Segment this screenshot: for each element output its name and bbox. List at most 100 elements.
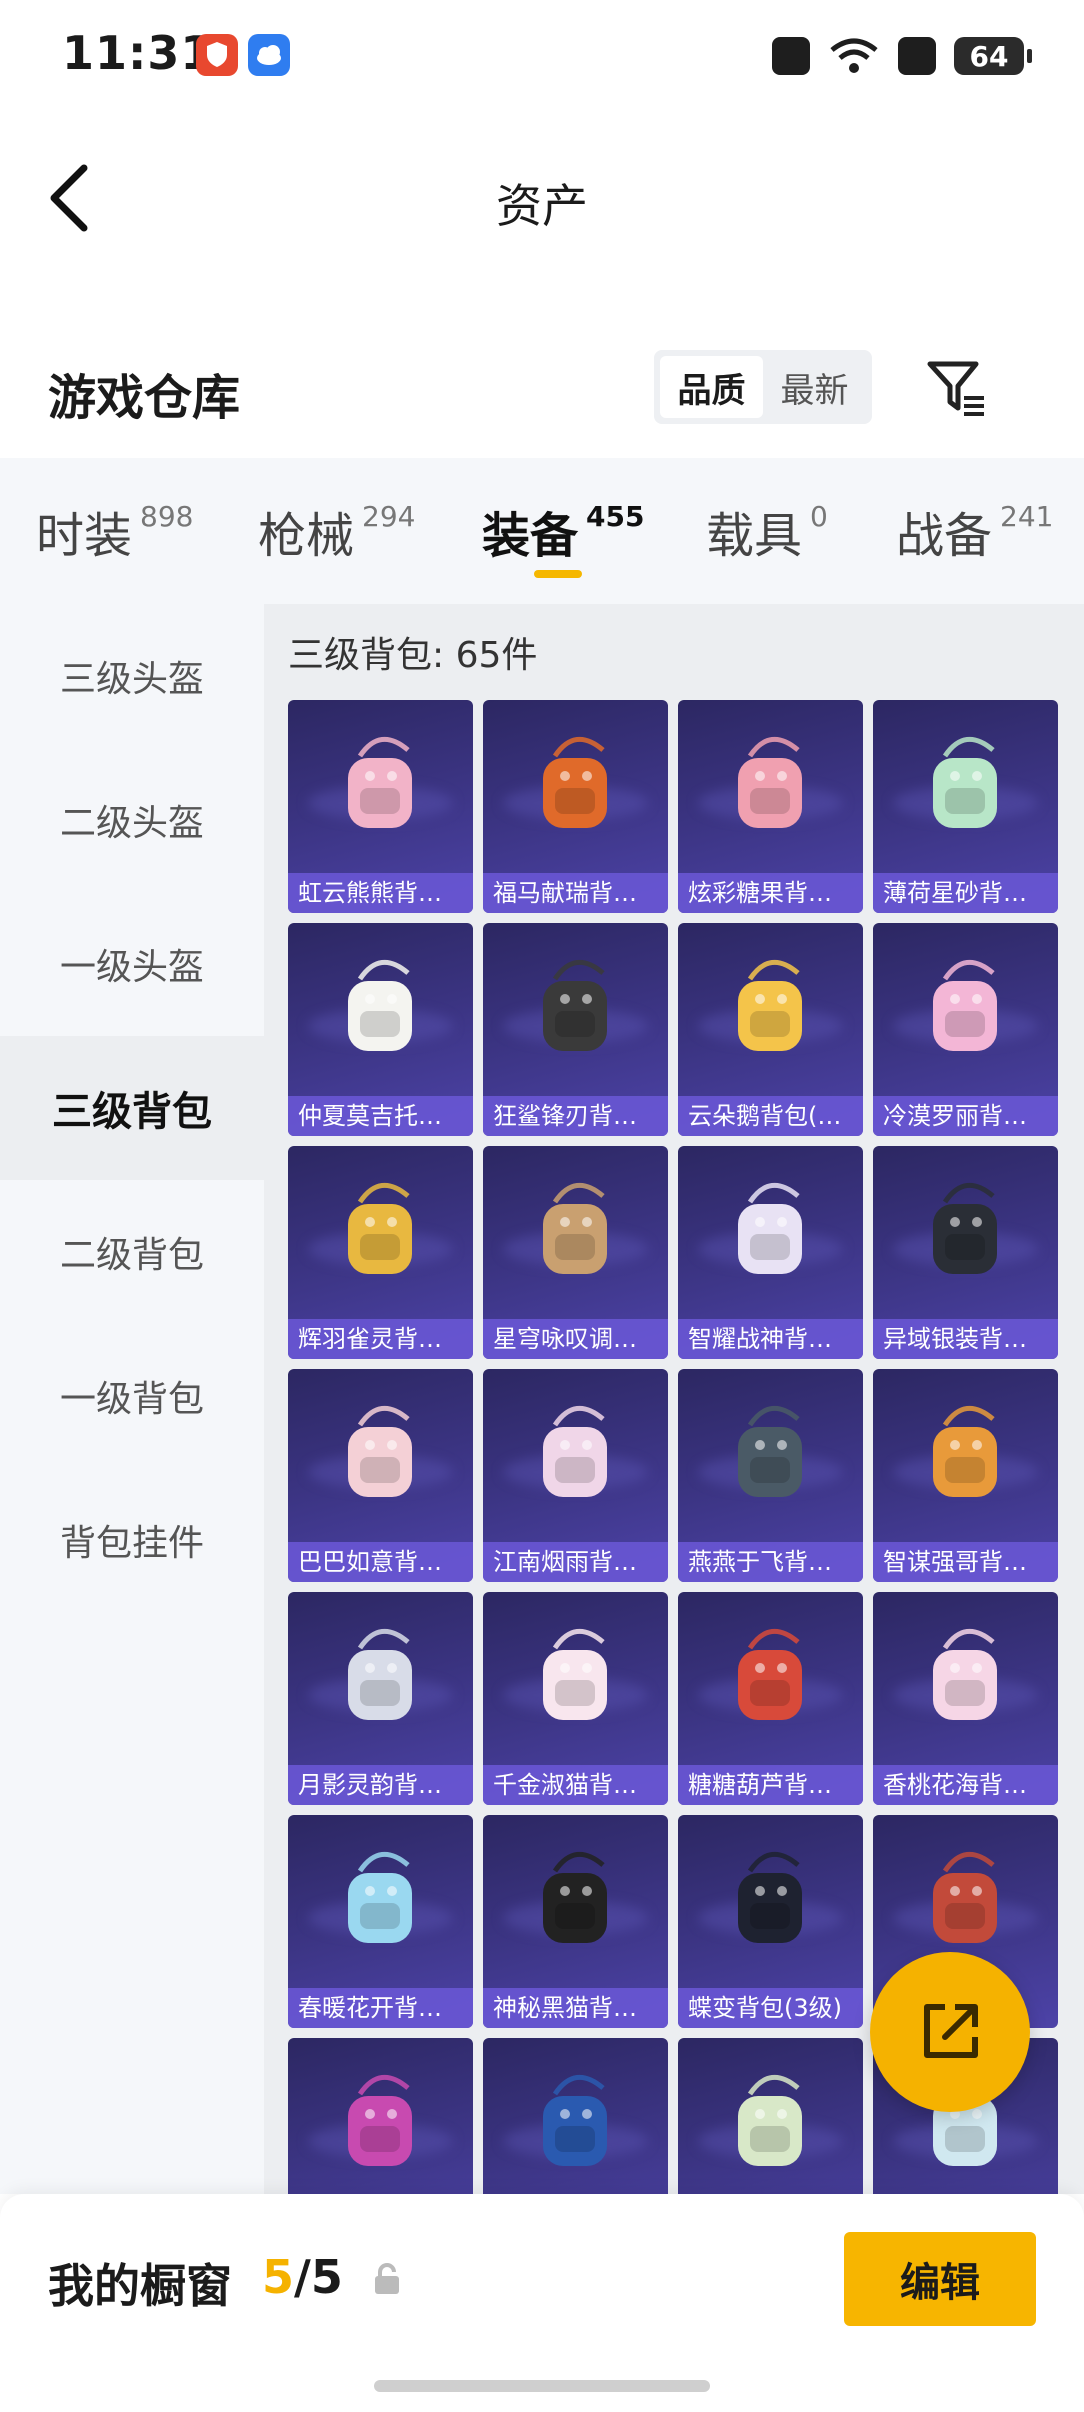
- filter-icon: [927, 361, 984, 416]
- item-card[interactable]: 狂鲨锋刃背…: [483, 923, 668, 1136]
- item-card[interactable]: 异域银装背…: [873, 1146, 1058, 1359]
- sort-option-latest[interactable]: 最新: [763, 356, 866, 418]
- sidebar-item-lv1-backpack[interactable]: 一级背包: [0, 1324, 264, 1468]
- warehouse-title: 游戏仓库: [48, 370, 241, 426]
- backpack-icon: [543, 736, 607, 828]
- item-name: 月影灵韵背…: [288, 1765, 473, 1805]
- backpack-icon: [348, 1182, 412, 1274]
- item-card[interactable]: 燕燕于飞背…: [678, 1369, 863, 1582]
- item-card[interactable]: 辉羽雀灵背…: [288, 1146, 473, 1359]
- backpack-icon: [348, 959, 412, 1051]
- cloud-app-icon: [248, 34, 290, 76]
- item-name: 虹云熊熊背…: [288, 873, 473, 913]
- item-name: 香桃花海背…: [873, 1765, 1058, 1805]
- alert-icon: [898, 37, 936, 75]
- backpack-icon: [738, 959, 802, 1051]
- home-indicator: [374, 2380, 710, 2392]
- tab-vehicles[interactable]: 载具 0: [706, 496, 828, 566]
- tab-label: 时装: [36, 508, 133, 564]
- share-button[interactable]: [870, 1952, 1030, 2112]
- tab-firearms[interactable]: 枪械 294: [258, 496, 415, 566]
- sidebar-item-lv2-backpack[interactable]: 二级背包: [0, 1180, 264, 1324]
- item-card[interactable]: 冷漠罗丽背…: [873, 923, 1058, 1136]
- edit-button[interactable]: 编辑: [844, 2232, 1036, 2326]
- item-card[interactable]: 智耀战神背…: [678, 1146, 863, 1359]
- nfc-icon: [772, 37, 810, 75]
- item-name: 春暖花开背…: [288, 1988, 473, 2028]
- item-name: 炫彩糖果背…: [678, 873, 863, 913]
- tab-count: 0: [810, 500, 828, 533]
- sort-option-quality[interactable]: 品质: [660, 356, 763, 418]
- status-icons: 64: [772, 32, 1032, 80]
- backpack-icon: [933, 1851, 997, 1943]
- item-card[interactable]: 炫彩糖果背…: [678, 700, 863, 913]
- showcase-separator: /: [294, 2250, 311, 2304]
- subcategory-sidebar: 三级头盔 二级头盔 一级头盔 三级背包 二级背包 一级背包 背包挂件: [0, 604, 264, 2194]
- item-card[interactable]: [288, 2038, 473, 2194]
- item-card[interactable]: 糖糖葫芦背…: [678, 1592, 863, 1805]
- backpack-icon: [543, 959, 607, 1051]
- item-name: 星穹咏叹调…: [483, 1319, 668, 1359]
- backpack-icon: [738, 1628, 802, 1720]
- item-name: 福马献瑞背…: [483, 873, 668, 913]
- item-card[interactable]: 蝶变背包(3级): [678, 1815, 863, 2028]
- sort-toggle: 品质 最新: [654, 350, 872, 424]
- tab-combat-gear[interactable]: 战备 241: [896, 496, 1053, 566]
- sidebar-item-backpack-charm[interactable]: 背包挂件: [0, 1468, 264, 1612]
- item-card[interactable]: 巴巴如意背…: [288, 1369, 473, 1582]
- sidebar-item-lv2-helmet[interactable]: 二级头盔: [0, 748, 264, 892]
- backpack-icon: [933, 736, 997, 828]
- item-card[interactable]: 春暖花开背…: [288, 1815, 473, 2028]
- item-card[interactable]: 薄荷星砂背…: [873, 700, 1058, 913]
- item-name: 冷漠罗丽背…: [873, 1096, 1058, 1136]
- sidebar-item-lv3-backpack[interactable]: 三级背包: [0, 1036, 264, 1180]
- item-name: 智谋强哥背…: [873, 1542, 1058, 1582]
- item-name: 薄荷星砂背…: [873, 873, 1058, 913]
- backpack-icon: [543, 1182, 607, 1274]
- item-card[interactable]: [483, 2038, 668, 2194]
- item-name: 燕燕于飞背…: [678, 1542, 863, 1582]
- backpack-icon: [543, 1628, 607, 1720]
- sidebar-item-lv3-helmet[interactable]: 三级头盔: [0, 604, 264, 748]
- backpack-icon: [738, 1851, 802, 1943]
- item-card[interactable]: 云朵鹅背包(…: [678, 923, 863, 1136]
- item-card[interactable]: 仲夏莫吉托…: [288, 923, 473, 1136]
- backpack-icon: [348, 1628, 412, 1720]
- item-card[interactable]: 星穹咏叹调…: [483, 1146, 668, 1359]
- item-name: 江南烟雨背…: [483, 1542, 668, 1582]
- item-card[interactable]: 江南烟雨背…: [483, 1369, 668, 1582]
- section-count-title: 三级背包: 65件: [288, 635, 538, 676]
- item-card[interactable]: 月影灵韵背…: [288, 1592, 473, 1805]
- item-name: 云朵鹅背包(…: [678, 1096, 863, 1136]
- backpack-icon: [543, 1851, 607, 1943]
- item-card[interactable]: 香桃花海背…: [873, 1592, 1058, 1805]
- showcase-current: 5: [262, 2250, 295, 2304]
- item-card[interactable]: 神秘黑猫背…: [483, 1815, 668, 2028]
- tab-equipment[interactable]: 装备 455: [482, 496, 644, 566]
- item-card[interactable]: 千金淑猫背…: [483, 1592, 668, 1805]
- tab-count: 455: [586, 500, 645, 533]
- warehouse-header: 游戏仓库 品质 最新: [0, 340, 1084, 460]
- sidebar-item-lv1-helmet[interactable]: 一级头盔: [0, 892, 264, 1036]
- item-card[interactable]: [678, 2038, 863, 2194]
- item-name: 辉羽雀灵背…: [288, 1319, 473, 1359]
- active-tab-indicator: [534, 570, 582, 578]
- backpack-icon: [933, 1405, 997, 1497]
- category-tabs: 时装 898 枪械 294 装备 455 载具 0 战备 241: [0, 458, 1084, 604]
- status-time: 11:31: [62, 26, 214, 80]
- item-name: 千金淑猫背…: [483, 1765, 668, 1805]
- showcase-label: 我的橱窗: [48, 2259, 232, 2313]
- item-card[interactable]: 智谋强哥背…: [873, 1369, 1058, 1582]
- item-card[interactable]: 福马献瑞背…: [483, 700, 668, 913]
- backpack-icon: [543, 1405, 607, 1497]
- backpack-icon: [348, 2074, 412, 2166]
- tab-fashion[interactable]: 时装 898: [36, 496, 193, 566]
- item-card[interactable]: 虹云熊熊背…: [288, 700, 473, 913]
- backpack-icon: [348, 1405, 412, 1497]
- status-bar: 11:31 64: [0, 0, 1084, 110]
- tab-label: 枪械: [258, 508, 355, 564]
- item-name: 异域银装背…: [873, 1319, 1058, 1359]
- filter-button[interactable]: [920, 352, 990, 422]
- backpack-icon: [933, 959, 997, 1051]
- backpack-icon: [738, 736, 802, 828]
